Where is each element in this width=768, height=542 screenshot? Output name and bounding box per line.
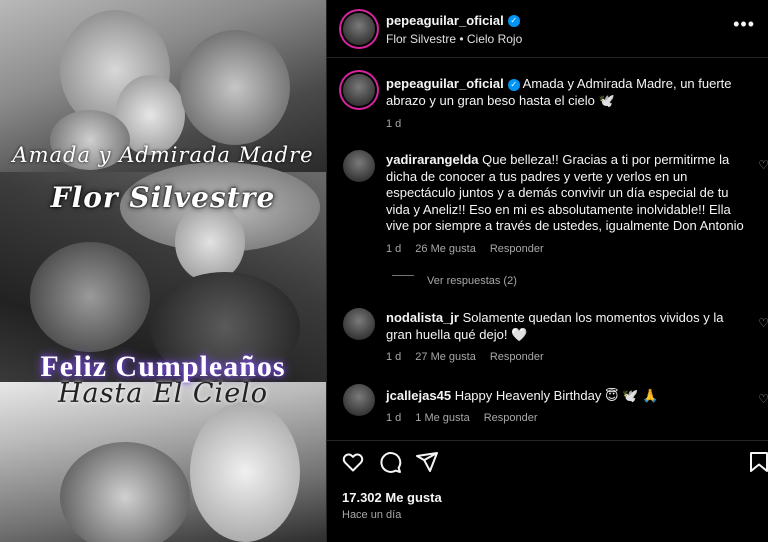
comment-meta: 1 d 27 Me gusta Responder	[386, 351, 558, 363]
comment-heart-icon[interactable]: ♡	[758, 316, 768, 330]
caption-body: pepeaguilar_oficial ✓ Amada y Admirada Ma…	[386, 76, 746, 109]
comment-text: Happy Heavenly Birthday 😇 🕊️ 🙏	[454, 388, 659, 403]
caption-avatar[interactable]	[343, 74, 375, 106]
comment-username[interactable]: jcallejas45	[386, 388, 451, 403]
post-image[interactable]: Amada y Admirada Madre Flor Silvestre Fe…	[0, 0, 326, 542]
comment-body: jcallejas45 Happy Heavenly Birthday 😇 🕊️…	[386, 388, 746, 405]
bookmark-icon[interactable]	[747, 450, 768, 474]
comment-avatar[interactable]	[343, 384, 375, 416]
send-icon[interactable]	[415, 450, 439, 474]
caption-username[interactable]: pepeaguilar_oficial	[386, 76, 504, 91]
photo-figure-father	[180, 30, 290, 145]
post-sidebar: pepeaguilar_oficial ✓ Flor Silvestre • Ci…	[326, 0, 768, 542]
comment-time[interactable]: 1 d	[386, 243, 401, 255]
caption-time[interactable]: 1 d	[386, 118, 401, 130]
comment-likes[interactable]: 26 Me gusta	[415, 243, 476, 255]
comment-avatar[interactable]	[343, 150, 375, 182]
reply-button[interactable]: Responder	[490, 351, 544, 363]
comment-username[interactable]: yadirarangelda	[386, 152, 479, 167]
verified-badge-icon: ✓	[507, 14, 520, 27]
post-header: pepeaguilar_oficial ✓ Flor Silvestre • Ci…	[327, 0, 768, 58]
photo-woman-face	[30, 242, 150, 352]
overlay-text-line4: Hasta El Cielo	[57, 378, 269, 409]
comment-meta: 1 d 26 Me gusta Responder	[386, 243, 558, 255]
comment-username[interactable]: nodalista_jr	[386, 310, 459, 325]
likes-count[interactable]: 17.302 Me gusta	[342, 490, 442, 505]
header-username[interactable]: pepeaguilar_oficial	[386, 13, 504, 28]
photo-boy-face	[175, 202, 245, 282]
photo-rider	[60, 442, 190, 542]
comment-likes[interactable]: 1 Me gusta	[415, 412, 469, 424]
heart-icon[interactable]	[341, 450, 365, 474]
header-username-row: pepeaguilar_oficial ✓	[386, 12, 520, 30]
post-actions: 17.302 Me gusta Hace un día	[327, 440, 768, 542]
avatar[interactable]	[343, 13, 375, 45]
comment-heart-icon[interactable]: ♡	[758, 392, 768, 406]
reply-button[interactable]: Responder	[484, 412, 538, 424]
post-timestamp: Hace un día	[342, 509, 402, 521]
photo-horse	[190, 402, 300, 542]
comment-body: yadirarangelda Que belleza!! Gracias a t…	[386, 152, 746, 235]
comment-icon[interactable]	[378, 450, 402, 474]
comment-heart-icon[interactable]: ♡	[758, 158, 768, 172]
comment-body: nodalista_jr Solamente quedan los moment…	[386, 310, 746, 343]
overlay-text-line2: Flor Silvestre	[50, 181, 276, 214]
comment-avatar[interactable]	[343, 308, 375, 340]
reply-button[interactable]: Responder	[490, 243, 544, 255]
overlay-text-line1: Amada y Admirada Madre	[12, 143, 314, 167]
comment-time[interactable]: 1 d	[386, 351, 401, 363]
replies-divider	[392, 275, 414, 276]
verified-badge-icon: ✓	[507, 78, 520, 91]
more-horizontal-icon[interactable]: •••	[733, 14, 755, 35]
comment-likes[interactable]: 27 Me gusta	[415, 351, 476, 363]
comment-meta: 1 d 1 Me gusta Responder	[386, 412, 552, 424]
comment-time[interactable]: 1 d	[386, 412, 401, 424]
view-replies-button[interactable]: Ver respuestas (2)	[427, 275, 517, 287]
header-audio-location[interactable]: Flor Silvestre • Cielo Rojo	[386, 32, 522, 46]
